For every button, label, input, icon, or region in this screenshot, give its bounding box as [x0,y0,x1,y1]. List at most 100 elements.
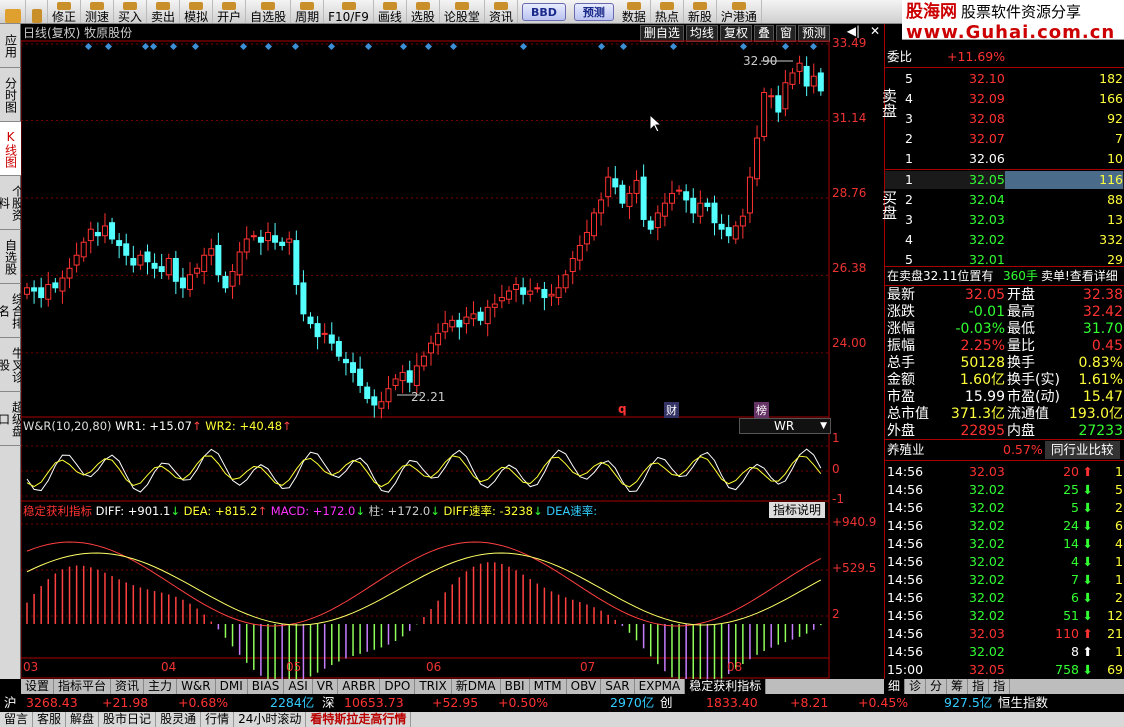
indicator-explain-button[interactable]: 指标说明 [769,502,826,518]
down-arrow-icon[interactable] [26,0,48,23]
ask-row-0: 5 32.10 182 [885,70,1124,88]
link-0[interactable]: 留言 [0,712,34,727]
quote-tab-0[interactable]: 细 [884,679,906,694]
toolbar-button-16[interactable]: 沪港通 [717,0,762,24]
toolbar-button-0[interactable]: 修正 [48,0,82,23]
left-tab-5[interactable]: 综合排名 [0,284,25,338]
indicator-tab-11[interactable]: TRIX [415,679,452,694]
indicator-tab-9[interactable]: ARBR [338,679,381,694]
candle-body [520,287,527,295]
toolbar-button-4[interactable]: 模拟 [180,0,214,24]
toolbar-button-13[interactable]: 数据 [618,0,651,23]
toolbar-button-3[interactable]: 卖出 [147,0,181,23]
indicator-tab-5[interactable]: DMI [216,679,248,694]
tick-price: 32.02 [969,644,1005,659]
toolbar-button-label: 自选股 [250,9,287,24]
event-mark-rank[interactable]: 榜 [754,402,769,418]
link-3[interactable]: 股市日记 [99,712,157,727]
link-1[interactable]: 客服 [33,712,67,727]
toolbar-button-6[interactable]: 自选股 [246,0,292,24]
indicator-tab-15[interactable]: OBV [567,679,602,694]
toolbar-button-5[interactable]: 开户 [213,0,247,24]
predict-button[interactable]: 预测 [573,2,614,21]
sz-index: 10653.73 [344,695,404,710]
toolbar-button-label: 画线 [377,9,402,24]
link-6[interactable]: 24小时滚动 [234,712,307,727]
hot-news-link[interactable]: 看特斯拉走高行情 [306,712,412,727]
x-tick-4: 07 [580,660,596,674]
link-2[interactable]: 解盘 [66,712,100,727]
indicator-tab-2[interactable]: 资讯 [111,679,145,694]
left-tab-0[interactable]: 应用 [0,24,21,68]
big-order-notice[interactable]: 在卖盘32.11位置有 360手 卖单!查看详细 [885,267,1124,285]
kline-chart-panel[interactable]: 日线(复权) 牧原股份 删自选 均线 复权叠窗预测 ◀| ✕ W&R(10,20,8… [21,24,884,679]
left-tab-6[interactable]: 牛叉诊股 [0,338,25,392]
indicator-tab-0[interactable]: 设置 [21,679,55,694]
candle-body [562,274,569,289]
stat-label-2: 内盘 [1007,423,1035,439]
toolbar-button-label: 开户 [217,9,242,24]
indicator-tab-4[interactable]: W&R [177,679,216,694]
toolbar-button-11[interactable]: 论股堂 [440,0,485,23]
tick-time: 14:56 [887,590,924,605]
wr-tick-0: 1 [832,431,840,445]
left-tab-4[interactable]: 自选股 [0,230,21,284]
tick-volume: 8 [1071,644,1079,659]
stat-label-2: 市盈(动) [1007,389,1060,405]
quote-tab-3[interactable]: 筹 [947,679,969,694]
indicator-tab-17[interactable]: EXPMA [635,679,686,694]
indicator-tab-10[interactable]: DPO [380,679,416,694]
toolbar-button-label: 模拟 [184,9,209,24]
level-num: 1 [905,151,913,166]
toolbar-button-label: 沪港通 [720,9,757,24]
left-tab-3[interactable]: 个股资料 [0,176,25,230]
indicator-tab-18[interactable]: 稳定获利指标 [685,679,767,694]
candle-body [52,282,59,289]
indicator-tab-12[interactable]: 新DMA [452,679,501,694]
quote-tab-4[interactable]: 指 [968,679,990,694]
notice-link[interactable]: 卖单!查看详细 [1041,267,1118,285]
link-4[interactable]: 股灵通 [156,712,202,727]
candle-body [598,199,605,214]
left-tab-2[interactable]: K线图 [0,122,21,176]
toolbar-button-9[interactable]: 画线 [374,0,407,24]
indicator-tab-13[interactable]: BBI [501,679,530,694]
indicator-tab-6[interactable]: BIAS [248,679,285,694]
indicator-tab-3[interactable]: 主力 [144,679,178,694]
toolbar-button-10[interactable]: 选股 [407,0,440,23]
indicator-tab-7[interactable]: ASI [284,679,313,694]
indicator-tab-14[interactable]: MTM [530,679,567,694]
quote-tab-2[interactable]: 分 [926,679,948,694]
left-tab-7[interactable]: 超级盘口 [0,392,25,446]
candle-body [732,225,739,240]
indicator-tab-16[interactable]: SAR [601,679,635,694]
industry-name: 养殖业 [887,442,925,457]
toolbar-button-14[interactable]: 热点 [651,0,684,23]
toolbar-button-7[interactable]: 周期 [291,0,325,23]
down-arrow-icon: ⬇ [1082,608,1093,623]
link-5[interactable]: 行情 [201,712,235,727]
indicator-tab-8[interactable]: VR [313,679,339,694]
left-tab-1[interactable]: 分时图 [0,68,21,122]
industry-compare-button[interactable]: 同行业比较 [1045,441,1120,459]
quote-tab-5[interactable]: 指 [989,679,1011,694]
indicator-tab-1[interactable]: 指标平台 [54,679,112,694]
weibi-label: 委比 [887,49,913,64]
toolbar-button-15[interactable]: 新股 [684,0,717,23]
candle-body [201,254,208,273]
toolbar-button-2[interactable]: 买入 [114,0,148,23]
toolbar-button-8[interactable]: F10/F9 [324,0,374,23]
back-arrow-icon[interactable] [0,0,26,23]
bbd-button[interactable]: BBD [521,2,566,21]
diamond-marker [597,42,606,51]
tick-row-3: 14:56 32.02 24 ⬇ 6 [885,517,1124,535]
toolbar-button-1[interactable]: 测速 [81,0,115,23]
toolbar-button-12[interactable]: 资讯 [485,0,518,23]
event-mark-financial[interactable]: 财 [664,402,679,418]
event-mark-q[interactable]: q [618,402,627,416]
candle-body [229,271,236,287]
quote-tab-1[interactable]: 诊 [905,679,927,694]
indicator-select[interactable]: WR ▼ [739,418,831,434]
stat-value-2: 0.45 [1091,338,1123,354]
candle-body [527,290,534,295]
